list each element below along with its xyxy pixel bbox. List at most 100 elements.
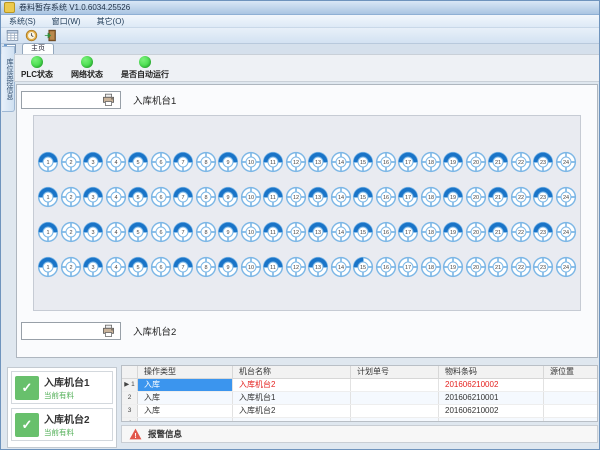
slot-indicator[interactable]: 21 xyxy=(487,186,509,208)
slot-indicator[interactable]: 9 xyxy=(217,151,239,173)
slot-indicator[interactable]: 16 xyxy=(375,256,397,278)
slot-indicator[interactable]: 23 xyxy=(532,256,554,278)
column-header[interactable]: 机台名称 xyxy=(233,366,351,378)
exit-door-icon[interactable] xyxy=(43,29,58,42)
slot-indicator[interactable]: 8 xyxy=(195,256,217,278)
slot-indicator[interactable]: 1 xyxy=(37,186,59,208)
slot-indicator[interactable]: 8 xyxy=(195,186,217,208)
slot-indicator[interactable]: 17 xyxy=(397,186,419,208)
slot-indicator[interactable]: 5 xyxy=(127,151,149,173)
slot-indicator[interactable]: 1 xyxy=(37,221,59,243)
slot-indicator[interactable]: 14 xyxy=(330,186,352,208)
slot-indicator[interactable]: 3 xyxy=(82,221,104,243)
menu-item[interactable]: 系统(S) xyxy=(1,16,44,27)
slot-indicator[interactable]: 3 xyxy=(82,186,104,208)
print-button-machine1[interactable] xyxy=(21,91,121,109)
slot-indicator[interactable]: 13 xyxy=(307,186,329,208)
column-header[interactable]: 操作类型 xyxy=(138,366,233,378)
slot-indicator[interactable]: 20 xyxy=(465,221,487,243)
slot-indicator[interactable]: 9 xyxy=(217,186,239,208)
slot-indicator[interactable]: 13 xyxy=(307,151,329,173)
slot-indicator[interactable]: 4 xyxy=(105,186,127,208)
table-cell[interactable] xyxy=(439,418,544,422)
slot-indicator[interactable]: 2 xyxy=(60,186,82,208)
table-cell[interactable] xyxy=(351,392,439,404)
slot-indicator[interactable]: 21 xyxy=(487,151,509,173)
slot-indicator[interactable]: 22 xyxy=(510,221,532,243)
slot-indicator[interactable]: 11 xyxy=(262,186,284,208)
tab-home[interactable]: 主页 xyxy=(22,43,54,54)
station-card[interactable]: ✓入库机台1当前有料 xyxy=(11,371,113,404)
slot-indicator[interactable]: 11 xyxy=(262,151,284,173)
slot-indicator[interactable]: 23 xyxy=(532,151,554,173)
menu-item[interactable]: 窗口(W) xyxy=(44,16,89,27)
slot-indicator[interactable]: 12 xyxy=(285,256,307,278)
slot-indicator[interactable]: 9 xyxy=(217,256,239,278)
slot-indicator[interactable]: 3 xyxy=(82,151,104,173)
slot-indicator[interactable]: 18 xyxy=(420,186,442,208)
slot-indicator[interactable]: 14 xyxy=(330,151,352,173)
slot-indicator[interactable]: 20 xyxy=(465,256,487,278)
slot-indicator[interactable]: 1 xyxy=(37,256,59,278)
slot-indicator[interactable]: 12 xyxy=(285,221,307,243)
slot-indicator[interactable]: 22 xyxy=(510,151,532,173)
clock-icon[interactable] xyxy=(24,29,39,42)
table-cell[interactable]: 入库 xyxy=(138,405,233,417)
table-cell[interactable]: 入库 xyxy=(138,392,233,404)
column-header[interactable]: 物料条码 xyxy=(439,366,544,378)
slot-indicator[interactable]: 3 xyxy=(82,256,104,278)
table-row[interactable]: 2入库入库机台1201606210001 xyxy=(122,392,597,405)
slot-indicator[interactable]: 4 xyxy=(105,151,127,173)
slot-indicator[interactable]: 15 xyxy=(352,151,374,173)
table-cell[interactable] xyxy=(544,379,597,391)
slot-indicator[interactable]: 20 xyxy=(465,186,487,208)
table-cell[interactable]: 201606210001 xyxy=(439,392,544,404)
slot-indicator[interactable]: 19 xyxy=(442,221,464,243)
slot-indicator[interactable]: 24 xyxy=(555,151,577,173)
slot-indicator[interactable]: 17 xyxy=(397,256,419,278)
slot-indicator[interactable]: 14 xyxy=(330,221,352,243)
slot-indicator[interactable]: 20 xyxy=(465,151,487,173)
print-button-machine2[interactable] xyxy=(21,322,121,340)
slot-indicator[interactable]: 6 xyxy=(150,221,172,243)
table-row[interactable]: 4 xyxy=(122,418,597,422)
slot-indicator[interactable]: 6 xyxy=(150,256,172,278)
station-card[interactable]: ✓入库机台2当前有料 xyxy=(11,408,113,441)
slot-indicator[interactable]: 10 xyxy=(240,186,262,208)
slot-indicator[interactable]: 17 xyxy=(397,221,419,243)
slot-indicator[interactable]: 5 xyxy=(127,221,149,243)
slot-indicator[interactable]: 19 xyxy=(442,151,464,173)
slot-indicator[interactable]: 7 xyxy=(172,221,194,243)
slot-indicator[interactable]: 13 xyxy=(307,221,329,243)
slot-indicator[interactable]: 7 xyxy=(172,256,194,278)
slot-indicator[interactable]: 22 xyxy=(510,256,532,278)
slot-indicator[interactable]: 11 xyxy=(262,221,284,243)
slot-indicator[interactable]: 6 xyxy=(150,186,172,208)
column-header[interactable]: 计划单号 xyxy=(351,366,439,378)
slot-indicator[interactable]: 8 xyxy=(195,221,217,243)
slot-indicator[interactable]: 15 xyxy=(352,221,374,243)
table-cell[interactable]: 入库机台1 xyxy=(233,392,351,404)
column-header[interactable]: 源位置 xyxy=(544,366,597,378)
slot-indicator[interactable]: 7 xyxy=(172,186,194,208)
slot-indicator[interactable]: 21 xyxy=(487,221,509,243)
table-cell[interactable]: 入库机台2 xyxy=(233,405,351,417)
slot-indicator[interactable]: 24 xyxy=(555,256,577,278)
slot-indicator[interactable]: 13 xyxy=(307,256,329,278)
slot-indicator[interactable]: 18 xyxy=(420,256,442,278)
slot-indicator[interactable]: 11 xyxy=(262,256,284,278)
table-cell[interactable]: 入库 xyxy=(138,379,233,391)
slot-indicator[interactable]: 19 xyxy=(442,186,464,208)
table-cell[interactable] xyxy=(544,405,597,417)
slot-indicator[interactable]: 2 xyxy=(60,221,82,243)
slot-indicator[interactable]: 12 xyxy=(285,151,307,173)
slot-indicator[interactable]: 4 xyxy=(105,221,127,243)
slot-indicator[interactable]: 18 xyxy=(420,151,442,173)
slot-indicator[interactable]: 24 xyxy=(555,221,577,243)
table-cell[interactable]: 入库机台2 xyxy=(233,379,351,391)
slot-indicator[interactable]: 23 xyxy=(532,186,554,208)
alarm-bar[interactable]: ! 报警信息 xyxy=(121,425,598,443)
table-cell[interactable] xyxy=(351,418,439,422)
slot-indicator[interactable]: 24 xyxy=(555,186,577,208)
table-cell[interactable] xyxy=(544,392,597,404)
